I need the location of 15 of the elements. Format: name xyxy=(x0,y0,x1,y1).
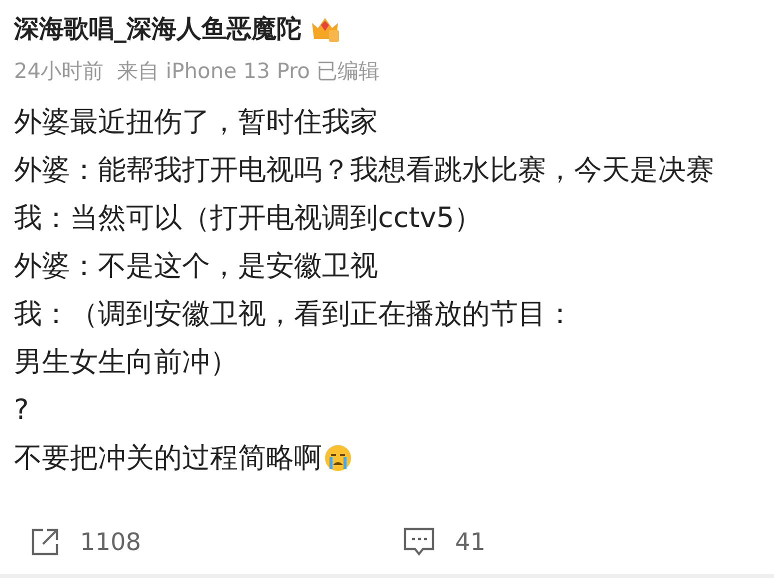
post-text: 外婆：不是这个，是安徽卫视 xyxy=(14,248,378,284)
crying-face-icon xyxy=(324,444,352,472)
post-text: 不要把冲关的过程简略啊 xyxy=(14,440,322,476)
post-meta: 24小时前 来自 iPhone 13 Pro 已编辑 xyxy=(14,58,381,85)
share-count: 1108 xyxy=(80,528,142,556)
post-text: 外婆最近扭伤了，暂时住我家 xyxy=(14,104,378,140)
comment-count: 41 xyxy=(455,528,486,556)
post-text: ? xyxy=(14,392,29,428)
post-text: 我：当然可以（打开电视调到cctv5） xyxy=(14,200,482,236)
author-name[interactable]: 深海歌唱_深海人鱼恶魔陀 xyxy=(14,10,302,48)
comment-icon[interactable] xyxy=(403,527,435,557)
share-icon[interactable] xyxy=(30,527,60,557)
post-text: 我：（调到安徽卫视，看到正在播放的节目： xyxy=(14,296,574,332)
post-text: 男生女生向前冲） xyxy=(14,344,238,380)
post-text: 外婆：能帮我打开电视吗？我想看跳水比赛，今天是决赛 xyxy=(14,152,714,188)
